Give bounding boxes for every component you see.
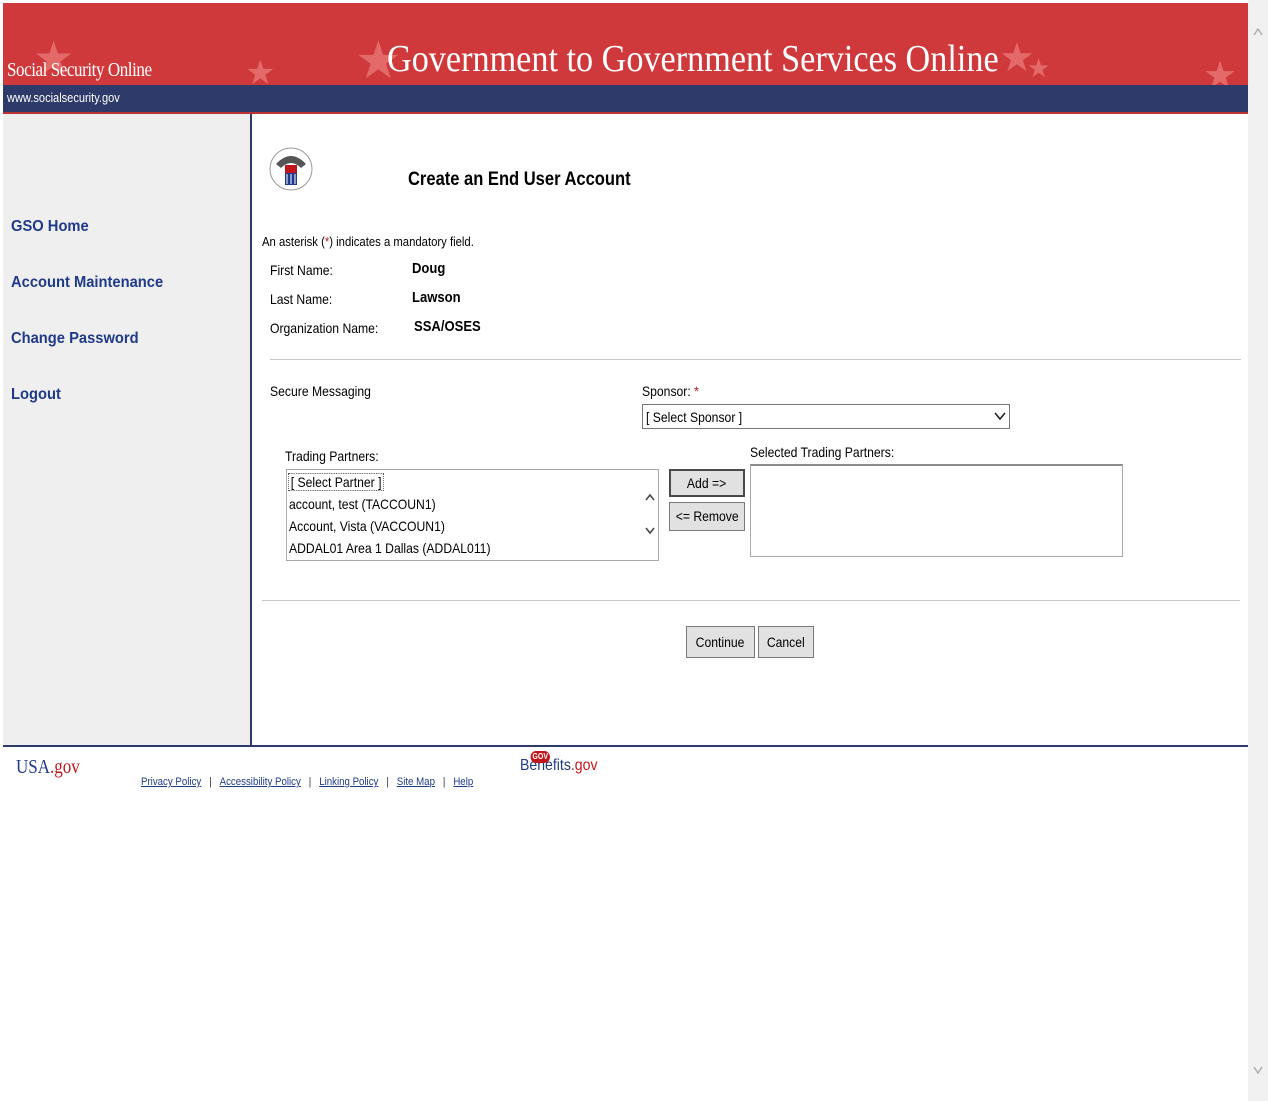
url-bar: www.socialsecurity.gov bbox=[3, 85, 1248, 114]
scroll-up-icon[interactable] bbox=[644, 492, 656, 504]
usa-logo-text: USA bbox=[16, 756, 51, 778]
sponsor-selected-value: [ Select Sponsor ] bbox=[646, 409, 743, 425]
sidebar-item-change-password[interactable]: Change Password bbox=[11, 330, 139, 348]
star-icon: ★ bbox=[1203, 55, 1238, 85]
secure-messaging-label: Secure Messaging bbox=[270, 383, 371, 399]
page-scrollbar[interactable] bbox=[1248, 0, 1268, 1101]
last-name-value: Lawson bbox=[412, 289, 461, 306]
cancel-button[interactable]: Cancel bbox=[758, 626, 814, 658]
sponsor-select[interactable]: [ Select Sponsor ] bbox=[642, 404, 1010, 429]
benefits-gov-logo[interactable]: GOV Benefits.gov bbox=[520, 751, 598, 775]
list-item[interactable]: Account, Vista (VACCOUN1) bbox=[289, 518, 445, 534]
usa-logo-suffix: .gov bbox=[50, 756, 80, 778]
sidebar-item-account-maintenance[interactable]: Account Maintenance bbox=[11, 274, 163, 292]
sponsor-label-text: Sponsor: bbox=[642, 383, 691, 399]
trading-partners-listbox[interactable]: [ Select Partner ] account, test (TACCOU… bbox=[286, 469, 659, 561]
benefits-logo-suffix: .gov bbox=[570, 757, 598, 774]
sidebar: GSO Home Account Maintenance Change Pass… bbox=[3, 114, 252, 745]
accessibility-policy-link[interactable]: Accessibility Policy bbox=[220, 776, 301, 788]
first-name-value: Doug bbox=[412, 260, 446, 277]
remove-button[interactable]: <= Remove bbox=[669, 502, 745, 531]
star-icon: ★ bbox=[1027, 53, 1051, 83]
page-title: Create an End User Account bbox=[408, 169, 631, 190]
trading-partners-label: Trading Partners: bbox=[285, 448, 379, 464]
site-map-link[interactable]: Site Map bbox=[397, 776, 435, 788]
continue-button-label: Continue bbox=[696, 634, 745, 650]
form-bottom-divider bbox=[262, 600, 1240, 601]
linking-policy-link[interactable]: Linking Policy bbox=[319, 776, 378, 788]
star-icon: ★ bbox=[245, 54, 276, 85]
mandatory-note-prefix: An asterisk ( bbox=[262, 234, 325, 249]
site-url[interactable]: www.socialsecurity.gov bbox=[7, 90, 120, 105]
chevron-down-icon bbox=[994, 412, 1006, 421]
scroll-up-icon[interactable] bbox=[1252, 26, 1264, 38]
scroll-down-icon[interactable] bbox=[1252, 1064, 1264, 1076]
required-asterisk: * bbox=[694, 383, 699, 399]
ssa-seal-icon bbox=[269, 147, 313, 191]
privacy-policy-link[interactable]: Privacy Policy bbox=[141, 776, 201, 788]
organization-name-value: SSA/OSES bbox=[414, 318, 481, 335]
link-separator: | bbox=[308, 776, 312, 788]
link-separator: | bbox=[209, 776, 212, 788]
mandatory-field-note: An asterisk (*) indicates a mandatory fi… bbox=[262, 234, 474, 249]
link-separator: | bbox=[386, 776, 389, 788]
list-item[interactable]: account, test (TACCOUN1) bbox=[289, 496, 436, 512]
mandatory-note-suffix: ) indicates a mandatory field. bbox=[329, 234, 474, 249]
remove-button-label: <= Remove bbox=[675, 508, 739, 524]
footer-links: Privacy Policy | Accessibility Policy | Link… bbox=[141, 776, 473, 788]
sidebar-item-gso-home[interactable]: GSO Home bbox=[11, 218, 89, 236]
header-banner: ★ ★ ★ ★ ★ ★ Social Security Online Gover… bbox=[3, 3, 1248, 85]
selected-trading-partners-listbox[interactable] bbox=[750, 464, 1123, 557]
content-bottom-divider bbox=[3, 745, 1248, 747]
banner-title: Government to Government Services Online bbox=[387, 38, 999, 80]
sidebar-item-logout[interactable]: Logout bbox=[11, 386, 61, 404]
last-name-label: Last Name: bbox=[270, 291, 333, 307]
link-separator: | bbox=[442, 776, 446, 788]
cancel-button-label: Cancel bbox=[767, 634, 805, 650]
usa-gov-logo[interactable]: USA.gov bbox=[16, 756, 80, 779]
add-button-label: Add => bbox=[687, 475, 727, 491]
scroll-down-icon[interactable] bbox=[644, 524, 656, 536]
add-button[interactable]: Add => bbox=[669, 469, 745, 497]
list-item[interactable]: ADDAL01 Area 1 Dallas (ADDAL011) bbox=[289, 540, 491, 556]
organization-name-label: Organization Name: bbox=[270, 320, 379, 336]
sponsor-label: Sponsor: * bbox=[642, 383, 699, 399]
site-name: Social Security Online bbox=[7, 59, 152, 81]
section-divider bbox=[270, 359, 1241, 360]
first-name-label: First Name: bbox=[270, 262, 333, 278]
gov-badge: GOV bbox=[530, 751, 550, 763]
list-item[interactable]: [ Select Partner ] bbox=[288, 473, 385, 491]
help-link[interactable]: Help bbox=[453, 776, 473, 788]
selected-trading-partners-label: Selected Trading Partners: bbox=[750, 444, 895, 460]
continue-button[interactable]: Continue bbox=[686, 626, 755, 658]
